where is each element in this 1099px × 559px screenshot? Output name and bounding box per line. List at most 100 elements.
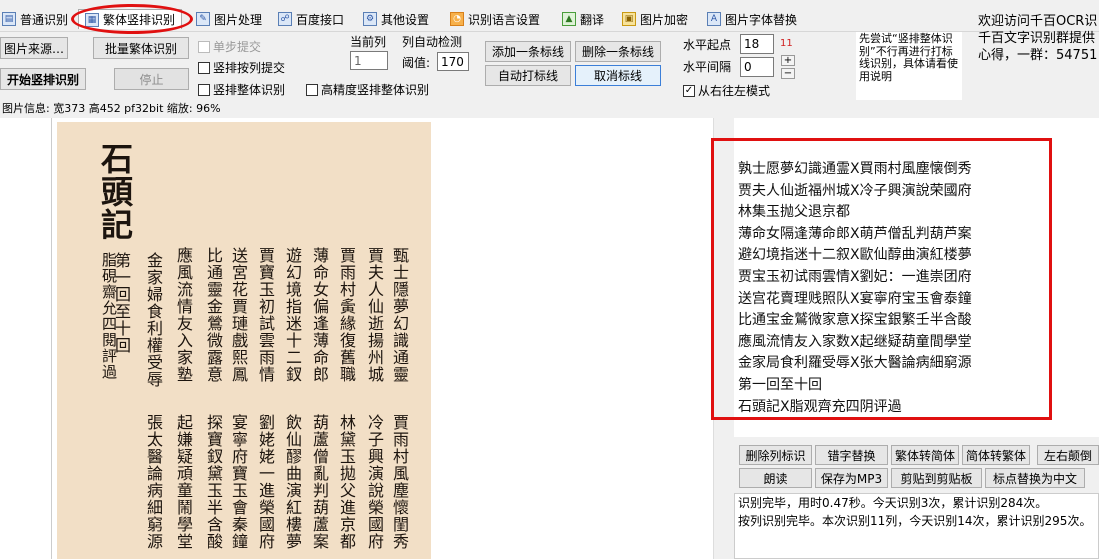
- scan-text-column: 金家婦食利權受辱: [144, 252, 163, 388]
- h-start-label: 水平起点: [683, 38, 732, 52]
- tab-label: 图片字体替换: [725, 12, 798, 27]
- checkbox-box: [198, 83, 210, 96]
- scan-text-column: 送宮花賈璉戲熙鳳: [229, 247, 248, 383]
- scan-text-column: 葫蘆僧亂判葫蘆案: [310, 414, 329, 550]
- auto-detect-label: 列自动检测: [402, 35, 463, 49]
- checkbox-label: 竖排整体识别: [213, 83, 286, 97]
- scan-text-column: 冷子興演說榮國府: [365, 414, 384, 550]
- start-vertical-button[interactable]: 开始竖排识别: [0, 68, 86, 90]
- copy-clipboard-button[interactable]: 剪贴到剪贴板: [891, 468, 982, 488]
- scan-text-column: 賈夫人仙逝揚州城: [365, 247, 384, 383]
- scan-text-column: 宴寧府寶玉會秦鐘: [229, 414, 248, 550]
- delete-column-marks-button[interactable]: 删除列标识: [739, 445, 812, 465]
- scan-text-column: 劉姥姥一進榮國府: [256, 414, 275, 550]
- scan-text-column: 甄士隱夢幻識通靈: [390, 247, 409, 383]
- scan-text-column: 賈雨村風塵懷閨秀: [390, 414, 409, 550]
- submit-by-column-checkbox[interactable]: 竖排按列提交: [198, 59, 285, 76]
- step-submit-checkbox[interactable]: 单步提交: [198, 38, 261, 55]
- tab-baidu-api[interactable]: ☍ 百度接口: [278, 9, 344, 29]
- checkbox-box: [198, 40, 210, 53]
- welcome-text: 欢迎访问千百OCR识 千百文字识别群提供 心得，一群：54751: [978, 13, 1097, 64]
- tab-label: 图片加密: [640, 12, 689, 27]
- rss-icon: ◔: [450, 12, 464, 26]
- scan-text-column: 第一回至十回: [112, 252, 131, 354]
- tab-image-process[interactable]: ✎ 图片处理: [196, 9, 262, 29]
- tab-label: 其他设置: [381, 12, 430, 27]
- scan-text-column: 賈寶玉初試雲雨情: [256, 247, 275, 383]
- h-gap-decrease-button[interactable]: −: [781, 68, 795, 79]
- checkbox-label: 高精度竖排整体识别: [321, 83, 430, 97]
- tab-label: 识别语言设置: [468, 12, 541, 27]
- scan-text-column: 遊幻境指迷十二釵: [283, 247, 302, 383]
- scan-text-column: 起嫌疑頑童鬧學堂: [174, 414, 193, 550]
- batch-recognize-button[interactable]: 批量繁体识别: [93, 37, 189, 59]
- threshold-input[interactable]: 170: [437, 52, 469, 71]
- cancel-line-button[interactable]: 取消标线: [575, 65, 661, 86]
- trad-to-simp-button[interactable]: 繁体转简体: [891, 445, 959, 465]
- auto-line-button[interactable]: 自动打标线: [485, 65, 571, 86]
- result-highlight-box: [711, 138, 1052, 420]
- tab-image-encrypt[interactable]: ▣ 图片加密: [622, 9, 688, 29]
- left-panel: [0, 118, 52, 559]
- welcome-line: 千百文字识别群提供: [978, 31, 1096, 46]
- add-line-button[interactable]: 添加一条标线: [485, 41, 571, 62]
- tab-font-replace[interactable]: A 图片字体替换: [707, 9, 797, 29]
- save-mp3-button[interactable]: 保存为MP3: [815, 468, 888, 488]
- scan-text-column: 薄命女偏逢薄命郎: [310, 247, 329, 383]
- stop-button[interactable]: 停止: [114, 68, 189, 90]
- h-gap-increase-button[interactable]: +: [781, 55, 795, 66]
- tab-label: 百度接口: [296, 12, 345, 27]
- lock-icon: ▣: [622, 12, 636, 26]
- scan-text-column: 應風流情友入家塾: [174, 247, 193, 383]
- tab-translate[interactable]: ▲ 翻译: [562, 9, 604, 29]
- current-column-label: 当前列: [350, 35, 387, 49]
- checkbox-label: 竖排按列提交: [213, 61, 286, 75]
- translate-icon: ▲: [562, 12, 576, 26]
- h-start-input[interactable]: 18: [740, 34, 774, 54]
- tab-normal[interactable]: ▤ 普通识别: [2, 9, 68, 29]
- rtl-mode-checkbox[interactable]: ✓ 从右往左模式: [683, 82, 770, 99]
- typo-replace-button[interactable]: 错字替换: [815, 445, 888, 465]
- tab-label: 普通识别: [20, 12, 69, 27]
- current-column-input[interactable]: 1: [350, 51, 388, 70]
- checkbox-box: [198, 61, 210, 74]
- punct-to-chinese-button[interactable]: 标点替换为中文: [985, 468, 1085, 488]
- h-gap-input[interactable]: 0: [740, 57, 774, 77]
- log-line: 按列识别完毕。本次识别11列，今天识别14次，累计识别295次。: [738, 514, 1092, 528]
- delete-line-button[interactable]: 删除一条标线: [575, 41, 661, 62]
- hq-whole-checkbox[interactable]: 高精度竖排整体识别: [306, 81, 429, 98]
- image-info-status: 图片信息: 宽373 高452 pf32bit 缩放: 96%: [0, 100, 1099, 117]
- scanned-page-image: 石頭記 脂硯齋允四閱評過 第一回至十回 金家婦食利權受辱 應風流情友入家塾 比通靈金鶯微露…: [57, 122, 431, 559]
- scan-text-column: 探寶釵黛玉半含酸: [204, 414, 223, 550]
- whole-recognize-checkbox[interactable]: 竖排整体识别: [198, 81, 285, 98]
- scan-text-column: 飲仙醪曲演紅樓夢: [283, 414, 302, 550]
- settings-icon: ⚙: [363, 12, 377, 26]
- scan-text-column: 賈雨村夤緣復舊職: [337, 247, 356, 383]
- image-source-button[interactable]: 图片来源…: [0, 37, 68, 59]
- doc-icon: ▤: [2, 12, 16, 26]
- welcome-line: 欢迎访问千百OCR识: [978, 14, 1098, 29]
- scan-text-column: 林黛玉拋父進京都: [337, 414, 356, 550]
- h-start-hint: 11: [780, 38, 793, 49]
- tab-language-settings[interactable]: ◔ 识别语言设置: [450, 9, 540, 29]
- image-preview[interactable]: 石頭記 脂硯齋允四閱評過 第一回至十回 金家婦食利權受辱 應風流情友入家塾 比通靈金鶯微露…: [52, 118, 713, 559]
- checkbox-box: ✓: [683, 84, 695, 97]
- threshold-label: 阈值:: [402, 56, 431, 70]
- read-aloud-button[interactable]: 朗读: [739, 468, 812, 488]
- tab-other-settings[interactable]: ⚙ 其他设置: [363, 9, 429, 29]
- log-area: 识别完毕，用时0.47秒。今天识别3次，累计识别284次。 按列识别完毕。本次识…: [734, 493, 1099, 559]
- simp-to-trad-button[interactable]: 简体转繁体: [962, 445, 1030, 465]
- scan-text-column: 比通靈金鶯微露意: [204, 247, 223, 383]
- flip-lr-button[interactable]: 左右颠倒: [1037, 445, 1099, 465]
- highlight-ellipse: [71, 4, 193, 34]
- checkbox-box: [306, 83, 318, 96]
- welcome-line: 心得，一群：54751: [978, 48, 1098, 63]
- image-edit-icon: ✎: [196, 12, 210, 26]
- log-line: 识别完毕，用时0.47秒。今天识别3次，累计识别284次。: [738, 496, 1048, 510]
- scan-text-column: 石頭記: [96, 142, 134, 241]
- h-gap-label: 水平间隔: [683, 60, 732, 74]
- tab-label: 图片处理: [214, 12, 263, 27]
- checkbox-label: 单步提交: [213, 40, 262, 54]
- checkbox-label: 从右往左模式: [698, 84, 771, 98]
- font-icon: A: [707, 12, 721, 26]
